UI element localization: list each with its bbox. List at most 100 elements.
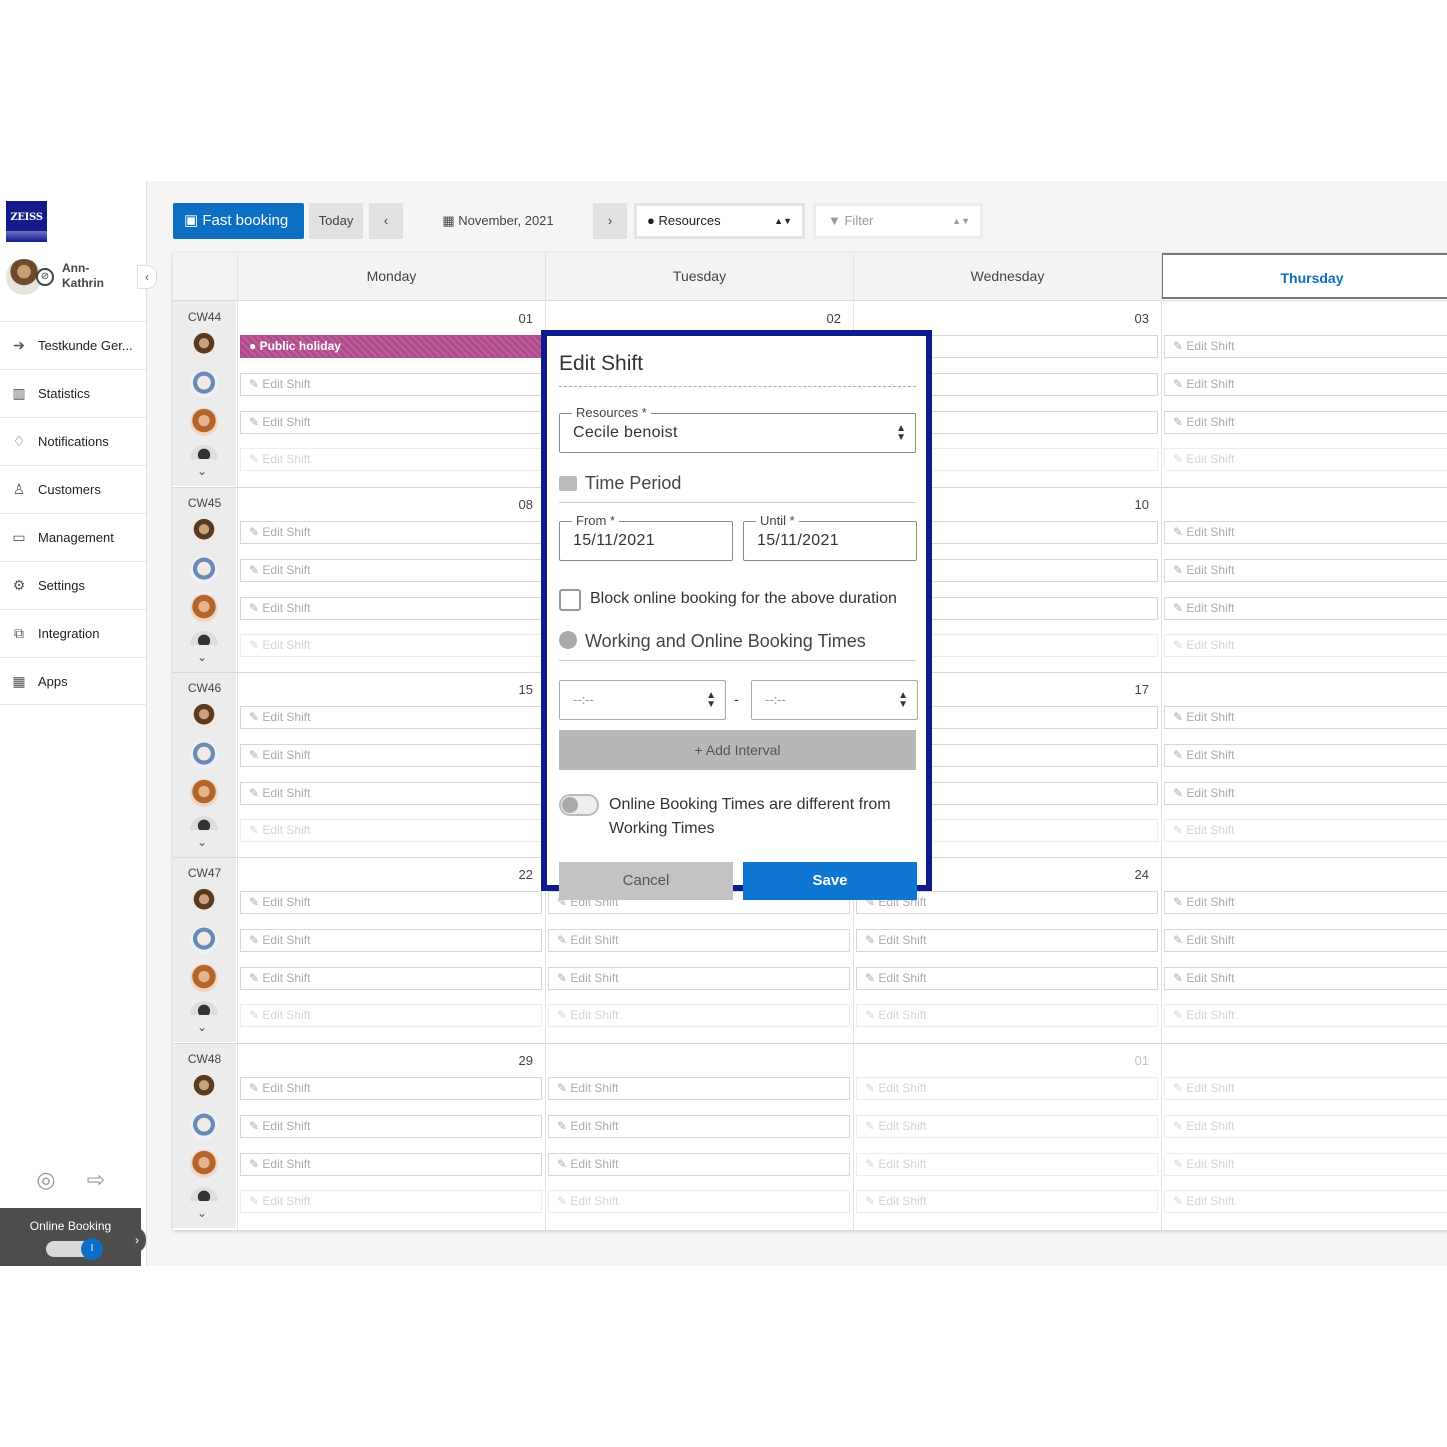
edit-shift-cell[interactable]: ✎ Edit Shift <box>856 1077 1158 1100</box>
cancel-button[interactable]: Cancel <box>559 862 733 900</box>
edit-shift-cell[interactable]: ✎ Edit Shift <box>548 1115 850 1138</box>
edit-shift-cell[interactable]: ✎ Edit Shift <box>1164 744 1447 767</box>
save-button[interactable]: Save <box>743 862 917 900</box>
edit-shift-cell[interactable]: ✎ Edit Shift <box>240 819 542 842</box>
edit-shift-cell[interactable]: ✎ Edit Shift <box>240 706 542 729</box>
block-online-booking-checkbox[interactable] <box>559 589 581 611</box>
edit-shift-cell[interactable]: ✎ Edit Shift <box>548 929 850 952</box>
edit-shift-cell[interactable]: ✎ Edit Shift <box>1164 782 1447 805</box>
edit-shift-cell[interactable]: ✎ Edit Shift <box>1164 634 1447 657</box>
edit-shift-cell[interactable]: ✎ Edit Shift <box>548 1153 850 1176</box>
prev-month-button[interactable]: ‹ <box>369 203 403 239</box>
edit-shift-cell[interactable]: ✎ Edit Shift <box>240 559 542 582</box>
chevron-down-icon[interactable]: ⌄ <box>197 464 207 478</box>
day-number: 17 <box>1134 682 1149 697</box>
sidebar-item-apps[interactable]: ▦ Apps <box>0 657 147 705</box>
from-date-field[interactable]: From * 15/11/2021 <box>559 513 733 561</box>
edit-shift-cell[interactable]: ✎ Edit Shift <box>856 1190 1158 1213</box>
fast-booking-button[interactable]: ▣ Fast booking <box>173 203 304 239</box>
edit-shift-cell[interactable]: ✎ Edit Shift <box>240 634 542 657</box>
edit-shift-cell[interactable]: ✎ Edit Shift <box>548 967 850 990</box>
edit-shift-cell[interactable]: ✎ Edit Shift <box>240 448 542 471</box>
time-range-dash: - <box>734 691 739 707</box>
filter-select[interactable]: ▼ Filter ▲▼ <box>813 203 983 239</box>
edit-shift-cell[interactable]: ✎ Edit Shift <box>1164 706 1447 729</box>
resources-field[interactable]: Resources * Cecile benoist ▲ ▼ <box>559 405 916 453</box>
edit-shift-cell[interactable]: ✎ Edit Shift <box>240 411 542 434</box>
sidebar-item-settings[interactable]: ⚙ Settings <box>0 561 147 609</box>
edit-shift-cell[interactable]: ✎ Edit Shift <box>1164 967 1447 990</box>
resources-select[interactable]: ● Resources ▲▼ <box>634 203 805 239</box>
chevron-down-icon[interactable]: ⌄ <box>197 835 207 849</box>
edit-shift-cell[interactable]: ✎ Edit Shift <box>1164 1190 1447 1213</box>
edit-shift-cell[interactable]: ✎ Edit Shift <box>240 1190 542 1213</box>
edit-shift-cell[interactable]: ✎ Edit Shift <box>1164 335 1447 358</box>
chevron-down-icon[interactable]: ⌄ <box>197 650 207 664</box>
edit-shift-cell[interactable]: ✎ Edit Shift <box>548 1004 850 1027</box>
online-booking-toggle[interactable]: I <box>46 1238 103 1260</box>
until-date-field[interactable]: Until * 15/11/2021 <box>743 513 917 561</box>
edit-shift-cell[interactable]: ✎ Edit Shift <box>1164 891 1447 914</box>
chevron-down-icon[interactable]: ⌄ <box>197 1020 207 1034</box>
shift-label: Edit Shift <box>262 895 311 909</box>
next-month-button[interactable]: › <box>593 203 627 239</box>
edit-shift-cell[interactable]: ✎ Edit Shift <box>1164 448 1447 471</box>
edit-shift-cell[interactable]: ✎ Edit Shift <box>240 929 542 952</box>
edit-shift-cell[interactable]: ✎ Edit Shift <box>240 1077 542 1100</box>
edit-shift-cell[interactable]: ✎ Edit Shift <box>240 521 542 544</box>
user-profile[interactable]: ⊘ Ann- Kathrin <box>6 257 146 299</box>
edit-shift-cell[interactable]: ✎ Edit Shift <box>856 1153 1158 1176</box>
today-button[interactable]: Today <box>309 203 363 239</box>
edit-shift-cell[interactable]: ✎ Edit Shift <box>856 967 1158 990</box>
sidebar-item-customers[interactable]: ♙ Customers <box>0 465 147 513</box>
end-time-select[interactable]: --:-- ▲ ▼ <box>751 680 918 720</box>
sidebar-item-notifications[interactable]: ♢ Notifications <box>0 417 147 465</box>
edit-shift-cell[interactable]: ✎ Edit Shift <box>240 1004 542 1027</box>
edit-shift-cell[interactable]: ✎ Edit Shift <box>1164 1153 1447 1176</box>
sidebar-item-label: Customers <box>38 482 101 497</box>
add-interval-button[interactable]: + Add Interval <box>559 730 916 770</box>
edit-shift-cell[interactable]: ✎ Edit Shift <box>240 891 542 914</box>
logout-icon[interactable]: ⇨ <box>82 1166 110 1194</box>
sidebar-item-management[interactable]: ▭ Management <box>0 513 147 561</box>
edit-shift-cell[interactable]: ✎ Edit Shift <box>1164 373 1447 396</box>
edit-shift-cell[interactable]: ✎ Edit Shift <box>548 1190 850 1213</box>
edit-shift-cell[interactable]: ✎ Edit Shift <box>240 597 542 620</box>
help-lifebuoy-icon[interactable]: ◎ <box>32 1166 60 1194</box>
edit-shift-cell[interactable]: ✎ Edit Shift <box>1164 819 1447 842</box>
edit-shift-cell[interactable]: ✎ Edit Shift <box>1164 929 1447 952</box>
edit-shift-cell[interactable]: ✎ Edit Shift <box>1164 1077 1447 1100</box>
edit-shift-cell[interactable]: ✎ Edit Shift <box>240 744 542 767</box>
shift-label: Edit Shift <box>1186 823 1235 837</box>
public-holiday-badge[interactable]: ● Public holiday <box>240 335 542 358</box>
sidebar-item-testkunde-ger[interactable]: ➔ Testkunde Ger... <box>0 321 147 369</box>
start-time-select[interactable]: --:-- ▲ ▼ <box>559 680 726 720</box>
edit-shift-cell[interactable]: ✎ Edit Shift <box>240 782 542 805</box>
week-label: CW47 <box>187 866 222 880</box>
sidebar-item-label: Management <box>38 530 114 545</box>
different-times-toggle[interactable] <box>559 794 599 816</box>
edit-shift-cell[interactable]: ✎ Edit Shift <box>240 967 542 990</box>
month-picker[interactable]: ▦ November, 2021 <box>423 203 573 239</box>
sidebar-item-statistics[interactable]: ▥ Statistics <box>0 369 147 417</box>
edit-shift-cell[interactable]: ✎ Edit Shift <box>1164 1004 1447 1027</box>
online-booking-expand-button[interactable]: › <box>128 1227 146 1253</box>
edit-shift-cell[interactable]: ✎ Edit Shift <box>240 373 542 396</box>
shift-label: Edit Shift <box>878 1157 927 1171</box>
edit-shift-cell[interactable]: ✎ Edit Shift <box>548 1077 850 1100</box>
edit-shift-cell[interactable]: ✎ Edit Shift <box>856 1004 1158 1027</box>
edit-shift-cell[interactable]: ✎ Edit Shift <box>1164 1115 1447 1138</box>
edit-shift-cell[interactable]: ✎ Edit Shift <box>856 929 1158 952</box>
edit-shift-cell[interactable]: ✎ Edit Shift <box>1164 559 1447 582</box>
edit-shift-cell[interactable]: ✎ Edit Shift <box>1164 521 1447 544</box>
chevron-down-icon[interactable]: ⌄ <box>197 1206 207 1220</box>
resource-avatar <box>190 888 218 916</box>
edit-icon: ✎ <box>249 933 263 947</box>
edit-shift-cell[interactable]: ✎ Edit Shift <box>240 1115 542 1138</box>
sidebar-item-integration[interactable]: ⧉ Integration <box>0 609 147 657</box>
collapse-sidebar-button[interactable]: ‹ <box>137 265 157 289</box>
edit-shift-cell[interactable]: ✎ Edit Shift <box>1164 411 1447 434</box>
edit-shift-cell[interactable]: ✎ Edit Shift <box>1164 597 1447 620</box>
edit-shift-cell[interactable]: ✎ Edit Shift <box>856 1115 1158 1138</box>
edit-shift-cell[interactable]: ✎ Edit Shift <box>240 1153 542 1176</box>
